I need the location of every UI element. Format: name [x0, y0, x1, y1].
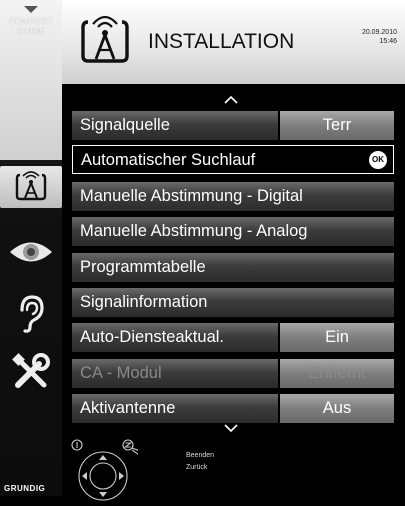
menu-item-label: Manuelle Abstimmung - Digital: [72, 182, 394, 211]
menu-item-automatischer-suchlauf[interactable]: Automatischer Suchlauf OK: [72, 145, 394, 174]
comfort-guide-line2: GUIDE: [17, 26, 45, 36]
back-hint: Zurück: [186, 464, 208, 471]
date-text: 20.09.2010: [361, 29, 397, 36]
sidebar: COMFORT GUIDE GRUNDIG: [0, 0, 62, 496]
sidebar-item-settings[interactable]: [4, 350, 58, 394]
sidebar-item-sound[interactable]: [4, 292, 58, 336]
menu-item-label: Signalinformation: [72, 288, 394, 317]
menu-item-label: Programmtabelle: [72, 253, 394, 282]
exit-hint: Beenden: [186, 452, 215, 459]
chevron-up-icon[interactable]: [224, 96, 238, 104]
menu-item-label: Manuelle Abstimmung - Analog: [72, 217, 394, 246]
menu-item-label: CA - Modul: [72, 359, 278, 388]
menu-item-ca-modul: CA - Modul Entfernt: [72, 359, 394, 388]
eye-icon: [10, 242, 52, 262]
menu-item-manuelle-abstimmung-analog[interactable]: Manuelle Abstimmung - Analog: [72, 217, 394, 246]
tools-icon: [12, 353, 50, 388]
menu-item-manuelle-abstimmung-digital[interactable]: Manuelle Abstimmung - Digital: [72, 182, 394, 211]
time-text: 15:46: [379, 38, 397, 45]
chevron-down-icon[interactable]: [224, 424, 238, 432]
menu-item-value: Entfernt: [280, 359, 394, 388]
menu-area: Signalquelle Terr Automatischer Suchlauf…: [62, 84, 405, 501]
menu-item-label: Automatischer Suchlauf: [72, 145, 394, 174]
date-time: 20.09.2010 15:46: [362, 28, 397, 46]
comfort-guide-label: COMFORT GUIDE: [0, 16, 62, 36]
header: INSTALLATION 20.09.2010 15:46: [62, 0, 405, 84]
menu-item-signalquelle[interactable]: Signalquelle Terr: [72, 111, 394, 140]
comfort-guide-button[interactable]: COMFORT GUIDE: [0, 0, 62, 160]
ok-button-icon[interactable]: OK: [369, 151, 387, 169]
menu-item-label: Signalquelle: [72, 111, 278, 140]
menu-item-value[interactable]: Aus: [280, 394, 394, 423]
page-title: INSTALLATION: [148, 30, 295, 53]
menu-item-aktivantenne[interactable]: Aktivantenne Aus: [72, 394, 394, 423]
sidebar-item-picture[interactable]: [4, 230, 58, 274]
menu-item-value[interactable]: Terr: [280, 111, 394, 140]
antenna-icon: [15, 171, 47, 201]
arrow-down-icon: [24, 6, 38, 13]
header-antenna-icon: [78, 14, 132, 68]
menu-item-auto-diensteaktual[interactable]: Auto-Diensteaktual. Ein: [72, 323, 394, 352]
comfort-guide-line1: COMFORT: [8, 16, 54, 26]
menu-item-signalinformation[interactable]: Signalinformation: [72, 288, 394, 317]
menu-item-value[interactable]: Ein: [280, 323, 394, 352]
footer-hints: Beenden Zurück: [186, 450, 214, 474]
menu-item-programmtabelle[interactable]: Programmtabelle: [72, 253, 394, 282]
ear-icon: [20, 295, 44, 333]
menu-item-label: Aktivantenne: [72, 394, 278, 423]
menu-item-label: Auto-Diensteaktual.: [72, 323, 278, 352]
brand-logo: GRUNDIG: [4, 484, 46, 493]
sidebar-item-installation[interactable]: [0, 166, 62, 208]
